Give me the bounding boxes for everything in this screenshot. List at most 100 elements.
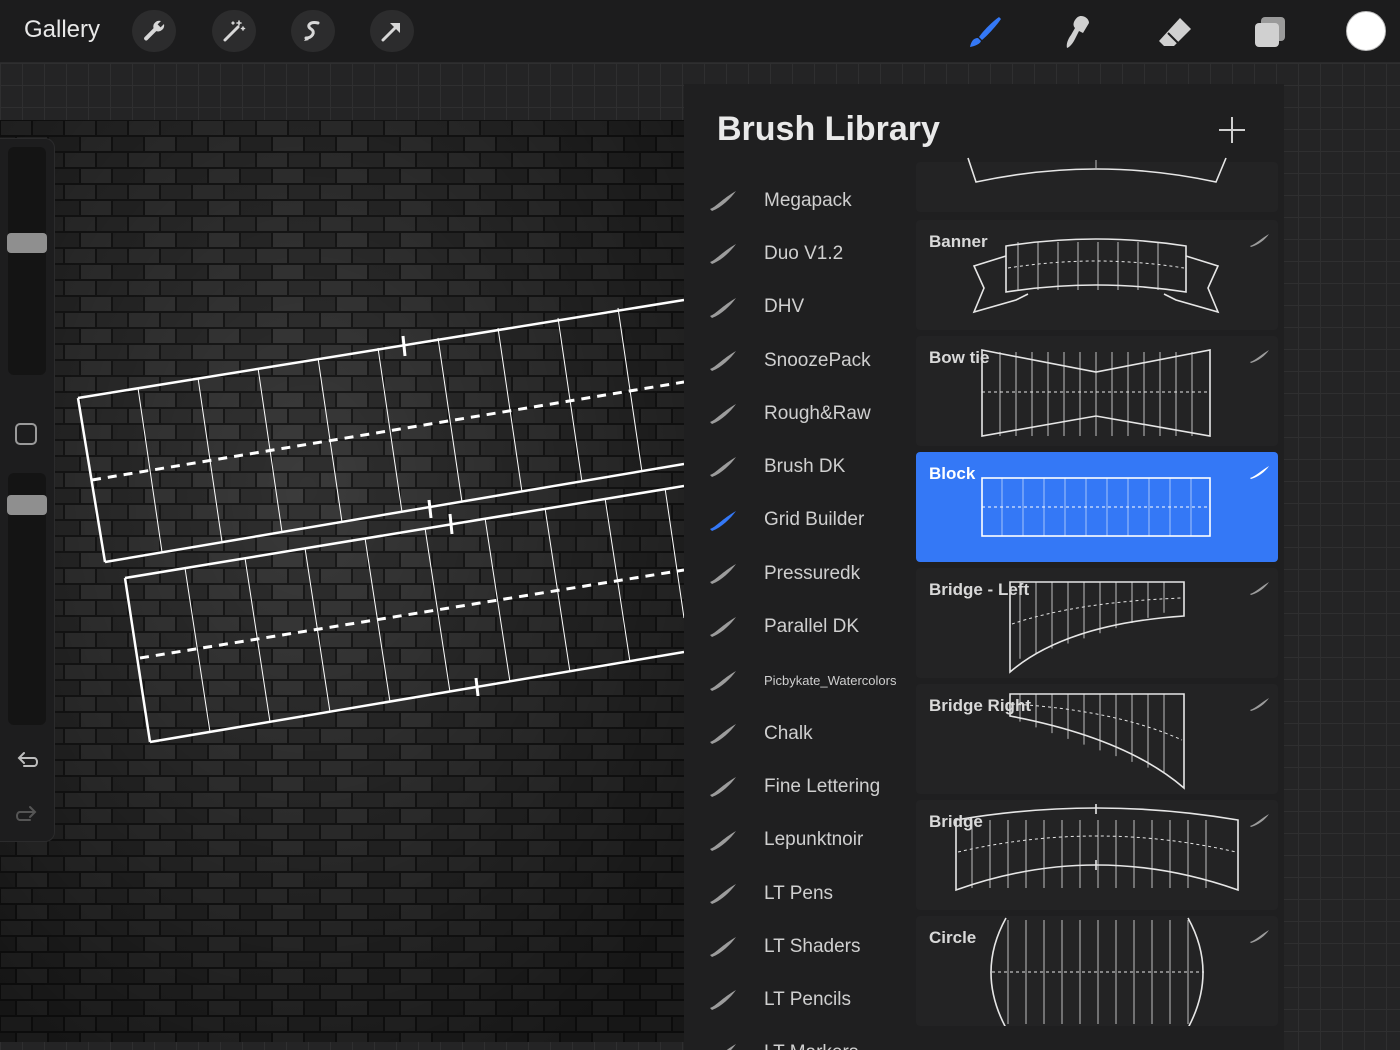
brush-set-label: LT Pens [764, 882, 834, 904]
brush-size-knob[interactable] [7, 233, 47, 253]
brush-stroke-icon [710, 617, 736, 638]
eyedropper-button[interactable] [15, 423, 37, 445]
brush-set-item[interactable]: Brush DK [684, 440, 916, 493]
selection-button[interactable] [291, 10, 335, 52]
brush-library-panel: Brush Library Megapack Duo V1.2 DHV SnoozeP… [684, 84, 1284, 1050]
brush-set-label: Lepunktnoir [764, 829, 864, 851]
selection-icon [304, 21, 320, 41]
brush-set-label: SnoozePack [764, 349, 871, 371]
actions-button[interactable] [132, 10, 176, 52]
brush-set-label: Chalk [764, 722, 813, 744]
brush-name: Bow tie [929, 348, 990, 367]
wrench-icon [144, 20, 165, 41]
eraser-icon [1159, 18, 1191, 46]
brush-set-item[interactable]: Duo V1.2 [684, 227, 916, 280]
smudge-icon [1066, 16, 1089, 48]
brush-stroke-icon [710, 830, 736, 851]
brush-cell[interactable]: Block [916, 452, 1278, 562]
brush-stroke-icon [710, 937, 736, 958]
plus-icon[interactable] [1216, 114, 1248, 146]
brush-set-label: Fine Lettering [764, 775, 881, 797]
brush-set-label: Duo V1.2 [764, 242, 844, 264]
brush-set-item[interactable]: LT Shaders [684, 920, 916, 973]
brush-set-list: Megapack Duo V1.2 DHV SnoozePack Rough&Raw Br… [684, 174, 916, 1050]
gallery-button[interactable]: Gallery [24, 16, 100, 44]
brush-set-item[interactable]: LT Pens [684, 867, 916, 920]
brush-set-label: LT Pencils [764, 989, 851, 1011]
brush-cell[interactable]: Circle [916, 916, 1278, 1026]
brush-type-icon [1250, 814, 1269, 827]
brush-stroke-icon [710, 883, 736, 904]
brush-set-label: Pressuredk [764, 562, 861, 584]
brush-name: Block [929, 464, 976, 483]
brush-set-item[interactable]: Picbykate_Watercolors [684, 654, 916, 707]
brush-set-item[interactable]: SnoozePack [684, 334, 916, 387]
brush-type-icon [1250, 582, 1269, 595]
brush-name: Bridge Right [929, 696, 1031, 715]
brush-stroke-icon [710, 297, 736, 318]
brush-set-label: Grid Builder [764, 509, 865, 531]
layers-button[interactable] [1250, 12, 1290, 52]
color-picker-button[interactable] [1346, 11, 1386, 51]
brush-type-icon [1250, 350, 1269, 363]
brush-set-item[interactable]: Grid Builder [684, 494, 916, 547]
brush-stroke-icon [710, 457, 736, 478]
brush-stroke-icon [710, 191, 736, 211]
brush-set-item[interactable]: LT Pencils [684, 973, 916, 1026]
brush-set-item[interactable]: Rough&Raw [684, 387, 916, 440]
brush-size-slider[interactable] [8, 147, 46, 375]
brush-stroke-icon [710, 564, 736, 585]
brush-tool-button[interactable] [964, 12, 1004, 52]
brush-cell[interactable]: Bridge Right [916, 684, 1278, 794]
transform-arrow-icon [381, 23, 400, 42]
brush-stroke-icon [710, 777, 736, 798]
adjustments-button[interactable] [212, 10, 256, 52]
magic-wand-icon [223, 20, 246, 42]
brush-set-item[interactable]: Megapack [684, 174, 916, 227]
brush-stroke-icon [710, 990, 736, 1011]
eraser-tool-button[interactable] [1155, 12, 1195, 52]
brush-set-label: DHV [764, 296, 805, 318]
brush-cell[interactable]: Bridge [916, 800, 1278, 910]
brush-set-item[interactable]: Lepunktnoir [684, 814, 916, 867]
brush-stroke-icon [710, 670, 736, 691]
brush-cell[interactable]: Bow tie [916, 336, 1278, 446]
smudge-tool-button[interactable] [1058, 12, 1098, 52]
brush-set-item[interactable]: Parallel DK [684, 600, 916, 653]
layers-icon [1255, 17, 1285, 47]
canvas-artwork[interactable] [0, 120, 684, 1042]
brush-set-label: Megapack [764, 189, 852, 211]
opacity-knob[interactable] [7, 495, 47, 515]
brush-set-label: LT Markers [764, 1042, 858, 1050]
brick-wall-image [0, 120, 684, 1042]
brush-name: Circle [929, 928, 977, 947]
brush-cell[interactable] [916, 157, 1278, 212]
brush-set-item[interactable]: Chalk [684, 707, 916, 760]
brush-set-item[interactable]: DHV [684, 281, 916, 334]
brush-set-item[interactable]: Pressuredk [684, 547, 916, 600]
undo-icon[interactable] [14, 749, 40, 771]
brush-set-item[interactable]: Fine Lettering [684, 760, 916, 813]
brush-cell[interactable]: Bridge - Left [916, 568, 1278, 678]
redo-icon[interactable] [14, 803, 40, 825]
brush-set-label: Picbykate_Watercolors [764, 672, 897, 688]
brush-stroke-icon [710, 404, 736, 425]
brush-cell[interactable]: Banner [916, 220, 1278, 330]
brush-stroke-icon [710, 510, 736, 531]
brush-stroke-icon [710, 350, 736, 371]
brush-name: Bridge [929, 812, 983, 831]
brush-stroke-icon [710, 244, 736, 265]
brush-icon [970, 17, 1001, 47]
brush-type-icon [1250, 698, 1269, 711]
brush-type-icon [1250, 930, 1269, 943]
library-title: Brush Library [717, 110, 940, 148]
brush-name: Bridge - Left [929, 580, 1030, 599]
brush-set-label: Parallel DK [764, 616, 860, 638]
brush-set-label: Brush DK [764, 456, 846, 478]
brush-stroke-icon [726, 1043, 736, 1050]
brush-set-label: LT Shaders [764, 935, 861, 957]
brush-name: Banner [929, 232, 988, 251]
brush-type-icon [1250, 466, 1269, 479]
brush-set-item[interactable]: LT Markers [684, 1027, 916, 1050]
transform-button[interactable] [370, 10, 414, 52]
